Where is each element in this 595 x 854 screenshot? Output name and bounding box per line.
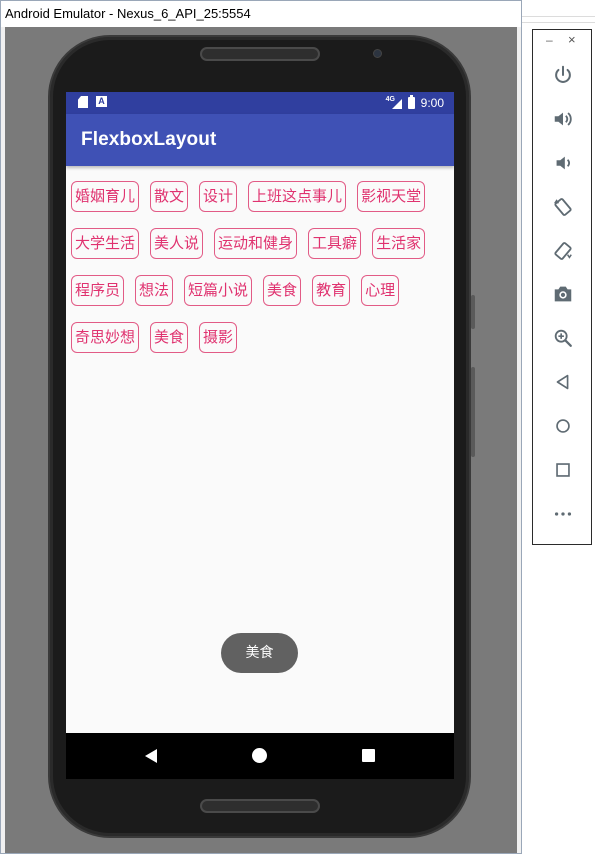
window-title: Android Emulator - Nexus_6_API_25:5554: [1, 1, 521, 27]
tag-chip[interactable]: 散文: [150, 181, 189, 212]
rotate-left-icon[interactable]: [547, 191, 579, 223]
status-bar: A 4G 9:00: [66, 92, 454, 114]
tag-chip[interactable]: 奇思妙想: [71, 322, 140, 353]
nav-back-icon[interactable]: [145, 749, 157, 763]
nav-home-icon[interactable]: [252, 748, 267, 763]
zoom-icon[interactable]: [547, 322, 579, 354]
tag-chip[interactable]: 短篇小说: [184, 275, 253, 306]
nav-recents-icon[interactable]: [362, 749, 375, 762]
front-camera: [373, 49, 382, 58]
more-icon[interactable]: [547, 498, 579, 530]
back-icon[interactable]: [547, 366, 579, 398]
tag-chip[interactable]: 程序员: [71, 275, 125, 306]
rotate-right-icon[interactable]: [547, 235, 579, 267]
tag-chip[interactable]: 大学生活: [71, 228, 140, 259]
overview-icon[interactable]: [547, 454, 579, 486]
tag-chip[interactable]: 美人说: [150, 228, 204, 259]
tag-chip[interactable]: 美食: [150, 322, 189, 353]
tag-chip[interactable]: 摄影: [199, 322, 238, 353]
divider: [522, 22, 595, 23]
power-icon[interactable]: [547, 59, 579, 91]
bottom-speaker: [200, 799, 320, 813]
tag-chip[interactable]: 婚姻育儿: [71, 181, 140, 212]
navigation-bar: [66, 733, 454, 779]
camera-icon[interactable]: [547, 278, 579, 310]
power-side-button: [471, 295, 475, 329]
tag-chip[interactable]: 影视天堂: [357, 181, 426, 212]
tag-chip[interactable]: 生活家: [372, 228, 426, 259]
toast-message: 美食: [221, 633, 298, 673]
top-speaker: [200, 47, 320, 61]
tag-chip[interactable]: 心理: [361, 275, 400, 306]
tag-chip[interactable]: 上班这点事儿: [248, 181, 347, 212]
volume-down-icon[interactable]: [547, 147, 579, 179]
status-time: 9:00: [420, 96, 444, 110]
tag-chip[interactable]: 教育: [312, 275, 351, 306]
toolbar-close-button[interactable]: ×: [568, 32, 576, 47]
home-icon[interactable]: [547, 410, 579, 442]
sd-card-icon: [78, 96, 88, 108]
tag-chip[interactable]: 美食: [263, 275, 302, 306]
tag-chip[interactable]: 运动和健身: [214, 228, 298, 259]
tag-chip[interactable]: 想法: [135, 275, 174, 306]
divider: [522, 16, 595, 17]
signal-icon: 4G: [386, 96, 402, 109]
device-screen: A 4G 9:00 FlexboxLayout 婚姻育儿 散文 设计 上班这点事儿 影视…: [66, 92, 454, 779]
emulator-toolbar: – ×: [532, 29, 592, 545]
tag-chip[interactable]: 设计: [199, 181, 238, 212]
tag-flexbox: 婚姻育儿 散文 设计 上班这点事儿 影视天堂大学生活 美人说 运动和健身 工具癖 生活家程序员想…: [71, 181, 449, 369]
app-bar: FlexboxLayout: [66, 114, 454, 166]
volume-up-icon[interactable]: [547, 103, 579, 135]
tag-chip[interactable]: 工具癖: [308, 228, 362, 259]
battery-icon: [407, 95, 415, 109]
toolbar-minimize-button[interactable]: –: [546, 33, 553, 47]
notification-a-icon: A: [96, 96, 107, 107]
app-title: FlexboxLayout: [81, 129, 217, 150]
volume-side-button: [471, 367, 475, 457]
